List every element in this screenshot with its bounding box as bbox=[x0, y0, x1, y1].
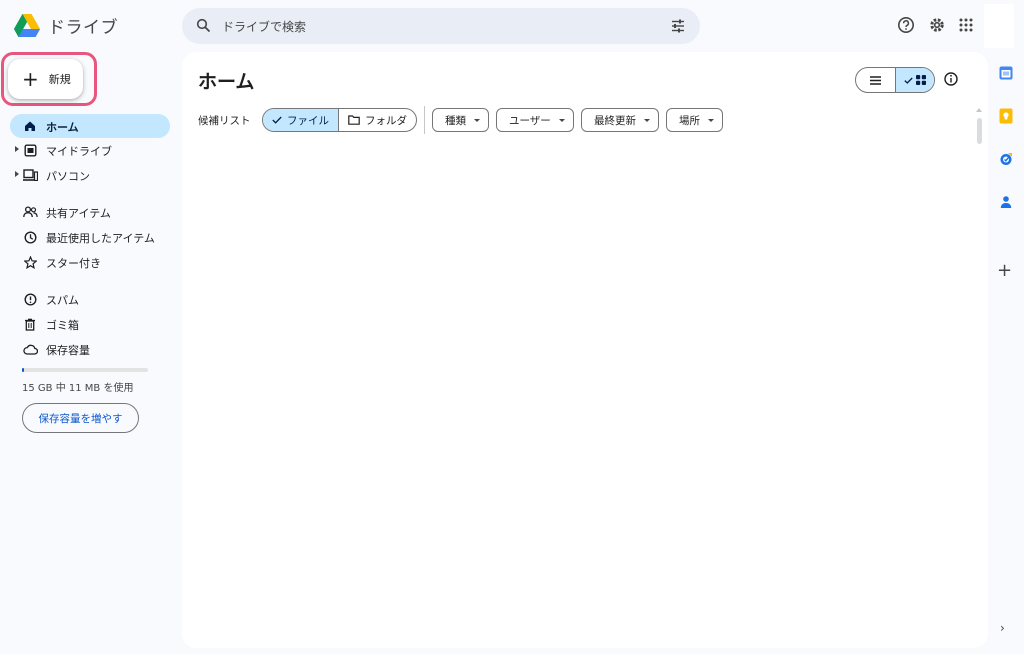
dropdown-caret-icon bbox=[558, 118, 565, 122]
dropdown-caret-icon bbox=[708, 118, 714, 122]
grid-view-icon bbox=[915, 75, 926, 85]
filter-chip-label: 最終更新 bbox=[594, 114, 636, 127]
plus-icon: + bbox=[22, 67, 39, 91]
list-view-icon bbox=[869, 75, 881, 85]
sidebar-item-label: ゴミ箱 bbox=[46, 319, 79, 332]
home-icon bbox=[22, 118, 38, 134]
view-toggle bbox=[855, 67, 935, 93]
cloud-icon bbox=[22, 341, 38, 357]
drive-logo[interactable]: ドライブ bbox=[14, 13, 118, 38]
filter-type-chip[interactable]: 種類 bbox=[432, 108, 489, 132]
sidebar-item-label: スター付き bbox=[46, 257, 101, 270]
grid-view-button[interactable] bbox=[894, 68, 934, 92]
filter-modified-chip[interactable]: 最終更新 bbox=[581, 108, 659, 132]
star-icon bbox=[22, 254, 38, 270]
sidebar-item-computers[interactable]: パソコン bbox=[10, 163, 170, 187]
check-icon bbox=[904, 77, 913, 84]
scrollbar-thumb[interactable] bbox=[977, 118, 982, 144]
filter-people-chip[interactable]: ユーザー bbox=[496, 108, 574, 132]
calendar-icon[interactable] bbox=[998, 65, 1014, 81]
sidebar-item-trash[interactable]: ゴミ箱 bbox=[10, 312, 170, 336]
storage-usage-text: 15 GB 中 11 MB を使用 bbox=[22, 383, 134, 394]
chevron-right-icon[interactable]: › bbox=[1000, 621, 1005, 635]
new-button[interactable]: + 新規 bbox=[8, 59, 83, 99]
dropdown-caret-icon bbox=[644, 118, 650, 122]
storage-meter-fill bbox=[22, 368, 24, 372]
page-title: ホーム bbox=[198, 71, 255, 93]
check-icon bbox=[272, 116, 282, 124]
trash-icon bbox=[22, 316, 38, 332]
sidebar-item-spam[interactable]: スパム bbox=[10, 287, 170, 311]
sidebar-item-recent[interactable]: 最近使用したアイテム bbox=[10, 225, 170, 249]
search-input[interactable]: ドライブで検索 bbox=[222, 18, 306, 35]
keep-icon[interactable] bbox=[998, 108, 1014, 124]
drive-logo-icon bbox=[14, 14, 40, 37]
help-icon[interactable] bbox=[897, 16, 915, 34]
sidebar-item-label: ホーム bbox=[46, 121, 79, 134]
sidebar-item-label: マイドライブ bbox=[46, 145, 112, 158]
folder-icon bbox=[348, 115, 360, 125]
shared-icon bbox=[22, 204, 38, 220]
tasks-icon[interactable] bbox=[998, 151, 1014, 167]
folders-segment-label: フォルダ bbox=[365, 114, 407, 127]
suggested-label: 候補リスト bbox=[198, 115, 251, 127]
files-folders-toggle: ファイル フォルダ bbox=[262, 108, 417, 132]
apps-grid-icon[interactable] bbox=[959, 18, 973, 32]
sidebar-item-my-drive[interactable]: マイドライブ bbox=[10, 138, 170, 162]
my-drive-icon bbox=[22, 142, 38, 158]
storage-meter bbox=[22, 368, 148, 372]
sidebar-item-shared[interactable]: 共有アイテム bbox=[10, 200, 170, 224]
sidebar-item-home[interactable]: ホーム bbox=[10, 114, 170, 138]
app-name: ドライブ bbox=[48, 18, 118, 38]
sidebar-item-label: 保存容量 bbox=[46, 344, 90, 357]
filter-divider bbox=[424, 106, 425, 134]
sidebar-item-label: パソコン bbox=[46, 170, 90, 183]
account-avatar[interactable] bbox=[984, 4, 1014, 48]
folders-segment[interactable]: フォルダ bbox=[338, 109, 416, 131]
expand-arrow-icon[interactable] bbox=[15, 171, 19, 177]
scroll-up-arrow[interactable] bbox=[976, 108, 982, 112]
sidebar-item-label: 共有アイテム bbox=[46, 207, 111, 220]
sidebar-item-storage[interactable]: 保存容量 bbox=[10, 337, 170, 361]
top-bar: ドライブ ドライブで検索 bbox=[0, 0, 1024, 52]
sidebar-item-label: 最近使用したアイテム bbox=[46, 232, 155, 245]
sidebar-item-label: スパム bbox=[46, 294, 79, 307]
filter-location-chip[interactable]: 場所 bbox=[666, 108, 723, 132]
files-segment[interactable]: ファイル bbox=[263, 109, 338, 131]
add-addon-icon[interactable]: + bbox=[997, 260, 1012, 281]
search-options-icon[interactable] bbox=[670, 18, 686, 34]
computer-icon bbox=[22, 167, 38, 183]
search-icon[interactable] bbox=[196, 18, 211, 33]
settings-icon[interactable] bbox=[928, 16, 946, 34]
clock-icon bbox=[22, 229, 38, 245]
info-icon[interactable] bbox=[943, 71, 959, 87]
sidebar-item-starred[interactable]: スター付き bbox=[10, 250, 170, 274]
new-button-label: 新規 bbox=[48, 73, 71, 86]
list-view-button[interactable] bbox=[856, 68, 895, 92]
expand-arrow-icon[interactable] bbox=[15, 146, 19, 152]
filter-chip-label: 種類 bbox=[445, 114, 466, 127]
filter-chip-label: ユーザー bbox=[509, 114, 551, 127]
search-bar[interactable]: ドライブで検索 bbox=[182, 8, 700, 44]
filter-chip-label: 場所 bbox=[679, 114, 700, 127]
buy-storage-button[interactable]: 保存容量を増やす bbox=[22, 403, 139, 433]
main-panel: ホーム 候補リスト ファイル フォルダ 種類 ユーザー 最終更新 場所 bbox=[182, 52, 988, 648]
dropdown-caret-icon bbox=[474, 118, 480, 122]
files-segment-label: ファイル bbox=[287, 114, 329, 127]
spam-icon bbox=[22, 291, 38, 307]
contacts-icon[interactable] bbox=[998, 194, 1014, 210]
